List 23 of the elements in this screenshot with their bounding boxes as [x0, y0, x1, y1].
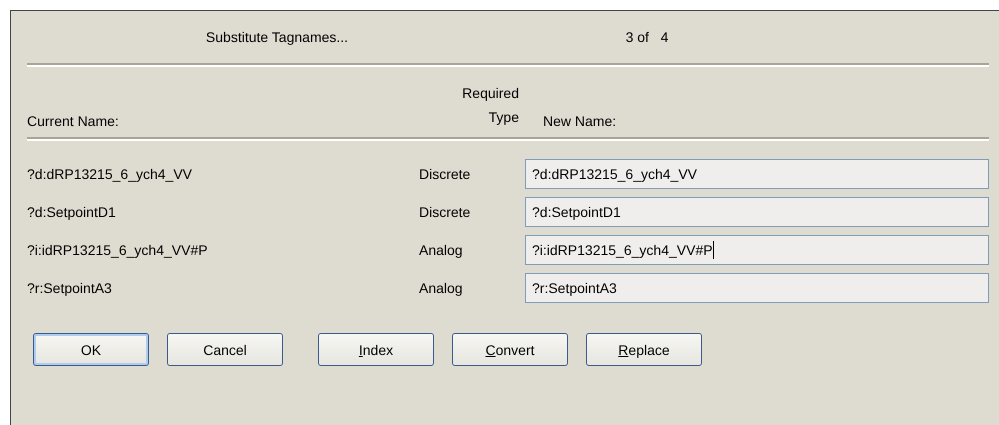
current-name: ?r:SetpointA3	[27, 280, 113, 296]
required-type: Discrete	[418, 166, 472, 182]
required-type: Analog	[418, 280, 464, 296]
dialog-button[interactable]: Replace	[586, 333, 702, 366]
column-header: New Name:	[542, 113, 618, 129]
current-name: ?i:idRP13215_6_ych4_VV#P	[27, 242, 209, 258]
column-header: Required	[462, 84, 519, 103]
dialog-button[interactable]: Index	[318, 333, 434, 366]
dialog-title: Substitute Tagnames...	[204, 29, 350, 45]
new-name-field[interactable]: ?r:SetpointA3	[525, 273, 989, 303]
current-name: ?d:dRP13215_6_ych4_VV	[27, 166, 194, 182]
new-name-field[interactable]: ?d:SetpointD1	[525, 197, 989, 227]
current-name: ?d:SetpointD1	[27, 204, 117, 220]
column-header: Type	[488, 108, 519, 127]
new-name-field[interactable]: ?d:dRP13215_6_ych4_VV	[525, 159, 989, 189]
dialog-button[interactable]: Cancel	[167, 333, 283, 366]
dialog-button[interactable]: Convert	[452, 333, 568, 366]
required-type: Analog	[418, 242, 464, 258]
page-counter: 3 of 4	[624, 29, 670, 45]
required-type: Discrete	[418, 204, 472, 220]
new-name-field[interactable]: ?i:idRP13215_6_ych4_VV#P	[525, 235, 989, 265]
dialog-button[interactable]: OK	[33, 333, 149, 366]
column-header: Current Name:	[27, 113, 120, 129]
